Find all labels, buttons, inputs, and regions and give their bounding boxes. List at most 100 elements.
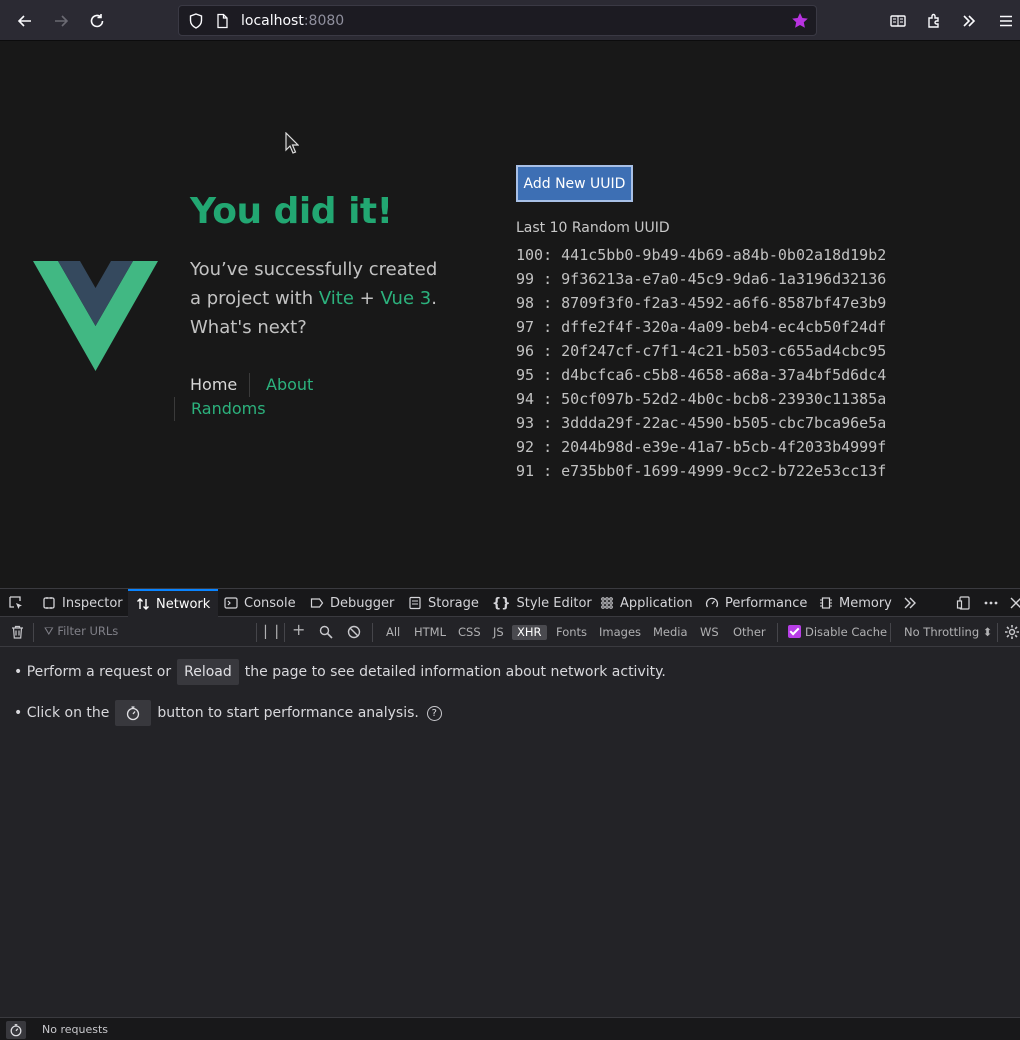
performance-button[interactable]: [115, 700, 152, 726]
stopwatch-button[interactable]: [6, 1021, 26, 1039]
stopwatch-icon: [10, 1024, 22, 1037]
disable-cache-label: Disable Cache: [805, 625, 888, 639]
tab-console[interactable]: Console: [224, 589, 296, 617]
tab-label: Application: [620, 595, 693, 611]
nav-randoms-link[interactable]: Randoms: [191, 399, 266, 419]
divider: [777, 623, 778, 642]
tab-label: Debugger: [330, 595, 395, 611]
settings-gear-icon[interactable]: [1004, 624, 1020, 640]
address-bar[interactable]: localhost:8080: [178, 5, 817, 36]
uuid-item: 99 : 9f36213a-e7a0-45c9-9da6-1a3196d3213…: [516, 270, 887, 288]
reload-button[interactable]: [84, 8, 110, 34]
search-icon[interactable]: [319, 625, 333, 639]
tab-label: Storage: [428, 595, 479, 611]
close-icon[interactable]: [1008, 595, 1020, 611]
funnel-icon: ⛛: [44, 624, 54, 638]
chevron-double-right-icon: [963, 15, 976, 27]
page-title: You did it!: [190, 191, 393, 232]
more-options-icon[interactable]: [983, 595, 999, 611]
app-menu-button[interactable]: [993, 8, 1019, 34]
tab-label: Performance: [725, 595, 808, 611]
memory-chip-icon: [820, 597, 832, 609]
tab-style-editor[interactable]: {} Style Editor: [492, 589, 592, 617]
disable-cache-checkbox[interactable]: Disable Cache: [788, 625, 887, 640]
uuid-item: 93 : 3ddda29f-22ac-4590-b505-cbc7bca96e5…: [516, 414, 887, 432]
filter-urls-input[interactable]: ⛛ Filter URLs: [44, 624, 118, 639]
responsive-design-icon[interactable]: [956, 595, 972, 611]
filter-type-images[interactable]: Images: [599, 625, 641, 640]
request-count: No requests: [42, 1023, 108, 1036]
grid-dots-icon: [601, 597, 613, 609]
uuid-list: 100: 441c5bb0-9b49-4b69-a84b-0b02a18d19b…: [516, 243, 886, 483]
add-uuid-button[interactable]: Add New UUID: [516, 165, 633, 202]
uuid-item: 92 : 2044b98d-e39e-41a7-b5cb-4f2033b4999…: [516, 438, 887, 456]
element-picker-icon[interactable]: [8, 595, 24, 611]
network-status-bar: No requests: [0, 1017, 1020, 1040]
uuid-item: 96 : 20f247cf-c7f1-4c21-b503-c655ad4cbc9…: [516, 342, 887, 360]
shield-icon[interactable]: [187, 12, 205, 30]
block-icon[interactable]: [347, 625, 361, 639]
uuid-list-heading: Last 10 Random UUID: [516, 220, 670, 236]
message-text: button to start performance analysis.: [157, 705, 419, 721]
nav-divider: [249, 373, 250, 397]
hero-description: You’ve successfully created a project wi…: [190, 255, 450, 342]
reader-view-button[interactable]: [885, 8, 911, 34]
filter-type-fonts[interactable]: Fonts: [556, 625, 587, 640]
tab-label: Inspector: [62, 595, 123, 611]
filter-type-xhr[interactable]: XHR: [512, 625, 547, 640]
vue-logo: [33, 261, 158, 371]
gauge-icon: [705, 597, 719, 608]
message-text: the page to see detailed information abo…: [244, 664, 666, 680]
nav-about-link[interactable]: About: [266, 375, 313, 395]
tab-inspector[interactable]: Inspector: [42, 589, 123, 617]
page-viewport: You did it! You’ve successfully created …: [0, 41, 1020, 588]
overflow-menu-button[interactable]: [956, 8, 982, 34]
filter-type-other[interactable]: Other: [733, 625, 766, 640]
tab-network[interactable]: Network: [128, 589, 219, 617]
forward-button[interactable]: [48, 8, 74, 34]
filter-type-ws[interactable]: WS: [700, 625, 719, 640]
more-tabs-chevron-icon[interactable]: [902, 595, 918, 611]
reader-icon: [890, 15, 906, 27]
url-text: localhost:8080: [241, 12, 344, 30]
tab-storage[interactable]: Storage: [408, 589, 479, 617]
divider: [890, 623, 891, 642]
filter-type-media[interactable]: Media: [653, 625, 688, 640]
tab-memory[interactable]: Memory: [819, 589, 892, 617]
trash-icon[interactable]: [10, 624, 25, 640]
devtools-tabbar: Inspector Network Console Debugger Stora…: [0, 589, 1020, 617]
puzzle-icon: [928, 13, 939, 28]
nav-home-link[interactable]: Home: [190, 375, 237, 395]
arrow-left-icon: [17, 15, 31, 27]
filter-type-css[interactable]: CSS: [458, 625, 481, 640]
vue-link[interactable]: Vue 3: [380, 288, 431, 309]
extensions-button[interactable]: [921, 8, 947, 34]
tab-performance[interactable]: Performance: [705, 589, 807, 617]
braces-icon: {}: [492, 595, 511, 611]
reload-button[interactable]: Reload: [177, 659, 239, 685]
network-arrows-icon: [137, 598, 149, 610]
divider: [997, 623, 998, 642]
throttling-select[interactable]: No Throttling ⬍: [904, 625, 992, 640]
filter-type-all[interactable]: All: [386, 625, 400, 640]
plus-icon[interactable]: +: [292, 622, 305, 638]
uuid-item: 95 : d4bcfca6-c5b8-4658-a68a-37a4bf5d6dc…: [516, 366, 887, 384]
back-button[interactable]: [12, 8, 38, 34]
uuid-item: 94 : 50cf097b-52d2-4b0c-bcb8-23930c11385…: [516, 390, 887, 408]
tab-debugger[interactable]: Debugger: [310, 589, 394, 617]
filter-type-js[interactable]: JS: [493, 625, 504, 640]
message-text: • Perform a request or: [14, 664, 172, 680]
tab-label: Style Editor: [516, 595, 592, 611]
url-host: localhost: [241, 13, 304, 29]
network-filter-bar: ⛛ Filter URLs ▏▏ + All HTML CSS JS XHR F…: [0, 618, 1020, 647]
console-icon: [224, 597, 238, 609]
plus-text: +: [353, 288, 381, 309]
bookmark-star-icon[interactable]: [790, 11, 810, 31]
vite-link[interactable]: Vite: [319, 288, 354, 309]
hamburger-icon: [1000, 15, 1012, 27]
help-icon[interactable]: ?: [426, 705, 442, 721]
devtools-panel: Inspector Network Console Debugger Stora…: [0, 588, 1020, 1040]
tab-application[interactable]: Application: [600, 589, 693, 617]
filter-type-html[interactable]: HTML: [414, 625, 446, 640]
divider: [33, 623, 34, 642]
